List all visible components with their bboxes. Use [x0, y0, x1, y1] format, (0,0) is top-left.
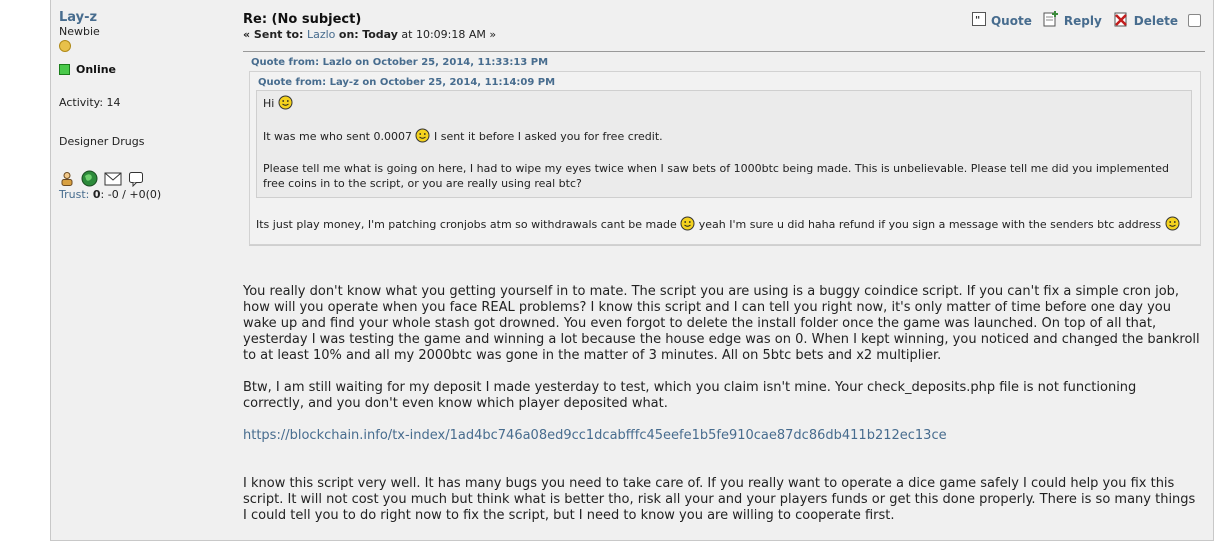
trust-rest: : -0 / +0(0)	[100, 188, 162, 201]
recipient-link[interactable]: Lazlo	[307, 28, 335, 41]
outer-quote-text-a: Its just play money, I'm patching cronjo…	[256, 218, 677, 231]
post-container: Lay-z Newbie Online Activity: 14 Designe…	[50, 0, 1214, 541]
outer-quote: Quote from: Lazlo on October 25, 2014, 1…	[249, 57, 1201, 246]
header-divider	[243, 51, 1205, 52]
rank-star-icon	[59, 40, 71, 52]
inner-quote: Quote from: Lay-z on October 25, 2014, 1…	[256, 77, 1192, 198]
outer-quote-text-b: yeah I'm sure u did haha refund if you s…	[698, 218, 1162, 231]
outer-quote-body: Quote from: Lay-z on October 25, 2014, 1…	[249, 71, 1201, 245]
reply-label: Reply	[1063, 13, 1102, 28]
inner-quote-line2b: I sent it before I asked you for free cr…	[433, 130, 663, 143]
poster-name[interactable]: Lay-z	[59, 10, 229, 25]
blockchain-link[interactable]: https://blockchain.info/tx-index/1ad4bc7…	[243, 428, 1201, 444]
online-label: Online	[76, 63, 117, 76]
inner-quote-line2a: It was me who sent 0.0007	[263, 130, 412, 143]
inner-quote-body: Hi It was me who sent 0.0007 I sent it b…	[256, 90, 1192, 198]
date-rest: at 10:09:18 AM »	[401, 28, 497, 41]
website-globe-icon[interactable]	[81, 170, 98, 187]
inner-quote-line2: It was me who sent 0.0007 I sent it befo…	[263, 128, 1185, 147]
inner-quote-line3: Please tell me what is going on here, I …	[263, 162, 1169, 190]
trust-line: Trust: 0: -0 / +0(0)	[59, 188, 229, 201]
inner-quote-header[interactable]: Quote from: Lay-z on October 25, 2014, 1…	[256, 77, 1192, 88]
on-label: on:	[338, 28, 359, 41]
outer-quote-text: Its just play money, I'm patching cronjo…	[256, 216, 1192, 236]
delete-button[interactable]: Delete	[1112, 10, 1178, 31]
inner-quote-line1: Hi	[263, 95, 1185, 114]
body-paragraph-2: Btw, I am still waiting for my deposit I…	[243, 380, 1137, 411]
body-paragraph-1: You really don't know what you getting y…	[243, 284, 1200, 363]
message-body: You really don't know what you getting y…	[243, 284, 1201, 540]
poster-icons	[59, 170, 229, 187]
personal-message-icon[interactable]	[128, 171, 144, 187]
poster-rank: Newbie	[59, 25, 100, 38]
quote-label: Quote	[990, 13, 1032, 28]
online-status: Online	[59, 63, 229, 76]
trust-label[interactable]: Trust:	[59, 188, 89, 201]
quote-button[interactable]: " Quote	[971, 11, 1032, 30]
outer-quote-header[interactable]: Quote from: Lazlo on October 25, 2014, 1…	[249, 57, 1201, 68]
sent-to-label: « Sent to:	[243, 28, 304, 41]
reply-icon	[1042, 10, 1060, 31]
trust-value: 0	[92, 188, 101, 201]
quote-icon: "	[971, 11, 987, 30]
body-paragraph-3: I know this script very well. It has man…	[243, 476, 1196, 523]
select-checkbox[interactable]	[1188, 14, 1201, 27]
smiley-icon	[680, 216, 695, 236]
delete-icon	[1112, 10, 1130, 31]
profile-icon[interactable]	[59, 171, 75, 187]
reply-button[interactable]: Reply	[1042, 10, 1102, 31]
smiley-icon	[1165, 216, 1180, 236]
smiley-icon	[278, 95, 293, 114]
poster-custom-title: Designer Drugs	[59, 135, 145, 148]
online-status-icon	[59, 64, 70, 75]
smiley-icon	[415, 128, 430, 147]
message-actions: " Quote Reply Delete	[971, 10, 1201, 31]
date-bold: Today	[362, 28, 398, 41]
email-icon[interactable]	[104, 172, 122, 186]
poster-info: Lay-z Newbie Online Activity: 14 Designe…	[59, 10, 229, 201]
inner-quote-greeting: Hi	[263, 97, 275, 110]
svg-text:": "	[975, 15, 980, 26]
poster-activity: Activity: 14	[59, 96, 121, 109]
delete-label: Delete	[1133, 13, 1178, 28]
